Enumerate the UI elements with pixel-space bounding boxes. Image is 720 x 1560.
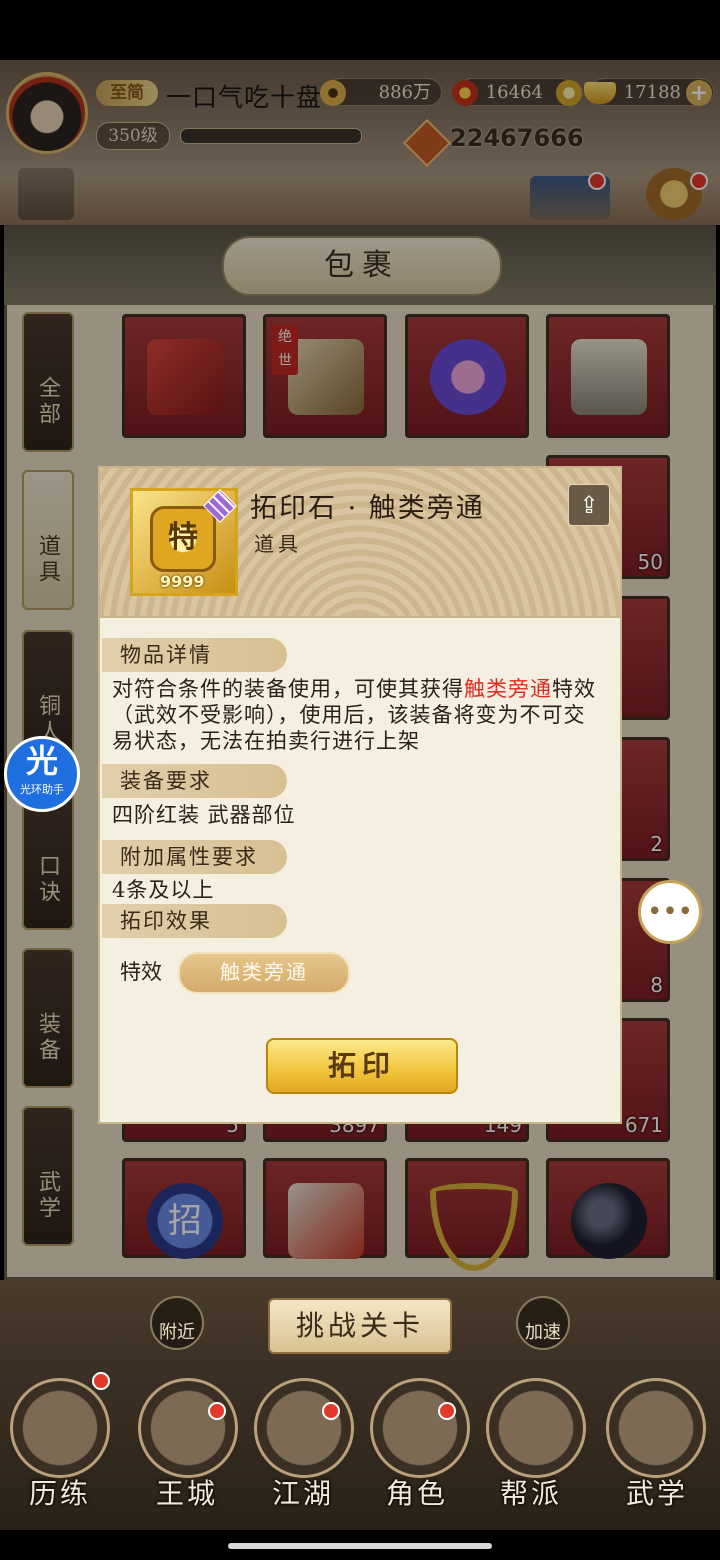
section-rubbing-effect: 拓印效果: [102, 904, 287, 938]
section-item-details: 物品详情: [102, 638, 287, 672]
description-highlight: 触类旁通: [464, 677, 552, 701]
item-name: 拓印石 · 触类旁通: [250, 493, 485, 524]
share-icon[interactable]: ⇪: [568, 484, 610, 526]
item-type: 道具: [254, 532, 302, 556]
nearby-button[interactable]: 附近: [150, 1296, 204, 1350]
item-quantity: 9999: [160, 572, 205, 591]
nav-character-label[interactable]: 角色: [362, 1472, 472, 1512]
attribute-requirement-text: 4条及以上: [112, 878, 215, 902]
challenge-stage-button[interactable]: 挑战关卡: [268, 1298, 452, 1354]
item-description: 对符合条件的装备使用，可使其获得触类旁通特效（武效不受影响），使用后，该装备将变…: [112, 676, 606, 754]
speedup-button[interactable]: 加速: [516, 1296, 570, 1350]
home-indicator[interactable]: [228, 1543, 492, 1549]
special-token-icon: 特: [150, 506, 216, 572]
nav-jianghu-icon[interactable]: [254, 1378, 354, 1478]
nav-character-dot: [438, 1402, 456, 1420]
section-attribute-requirement: 附加属性要求: [102, 840, 287, 874]
assistant-label: 光环助手: [20, 783, 64, 796]
equip-requirement-text: 四阶红装 武器部位: [112, 803, 296, 827]
nav-guild-label[interactable]: 帮派: [476, 1472, 586, 1512]
assistant-glyph: 光: [25, 742, 58, 780]
nearby-label: 附近: [159, 1322, 195, 1343]
nav-martial-arts-icon[interactable]: [606, 1378, 706, 1478]
nav-royal-city-label[interactable]: 王城: [132, 1472, 242, 1512]
speedup-label: 加速: [525, 1322, 561, 1343]
chat-icon[interactable]: •••: [638, 880, 702, 944]
nav-martial-arts-label[interactable]: 武学: [602, 1472, 712, 1512]
rubbing-button[interactable]: 拓印: [266, 1038, 458, 1094]
nav-character-icon[interactable]: [370, 1378, 470, 1478]
nav-training-label[interactable]: 历练: [5, 1472, 115, 1512]
section-equip-requirement: 装备要求: [102, 764, 287, 798]
assistant-float-button[interactable]: 光 光环助手: [4, 736, 80, 812]
nav-training-dot: [92, 1372, 110, 1390]
nav-royal-city-dot: [208, 1402, 226, 1420]
nav-guild-icon[interactable]: [486, 1378, 586, 1478]
effect-label: 特效: [120, 960, 162, 984]
status-bar: [0, 0, 720, 60]
description-prefix: 对符合条件的装备使用，可使其获得: [112, 677, 464, 701]
nav-jianghu-dot: [322, 1402, 340, 1420]
nav-jianghu-label[interactable]: 江湖: [248, 1472, 358, 1512]
nav-royal-city-icon[interactable]: [138, 1378, 238, 1478]
effect-value: 触类旁通: [178, 952, 350, 994]
nav-training-icon[interactable]: [10, 1378, 110, 1478]
